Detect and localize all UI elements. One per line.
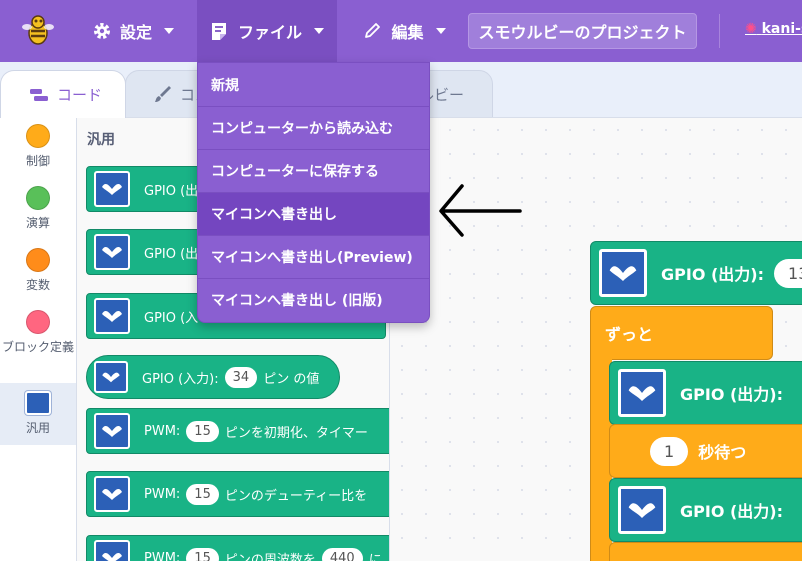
block-text: ピンを初期化、タイマー [224, 425, 368, 441]
block-text: GPIO (出力): [661, 265, 765, 284]
block-text: GPIO (出力): [680, 502, 784, 521]
file-icon [211, 23, 226, 40]
user-account-link[interactable]: ✺ kani-s [745, 21, 802, 37]
bee-icon [94, 171, 130, 207]
menu-bar: 設定 ファイル 編集 スモウルビーのプロジェクト ✺ kani-s [0, 0, 802, 62]
menu-item-load-from-computer[interactable]: コンピューターから読み込む [198, 106, 429, 149]
menu-item-export-preview[interactable]: マイコンへ書き出し(Preview) [198, 235, 429, 278]
palette-block-pwm-init[interactable]: PWM: 15 ピンを初期化、タイマー [86, 408, 389, 454]
settings-menu-label: 設定 [119, 23, 152, 42]
block-text: 秒待つ [698, 443, 747, 462]
bee-icon [94, 413, 130, 449]
palette-section-title: 汎用 [87, 132, 115, 148]
category-label: ブロック定義 [1, 340, 74, 354]
pin-number-input[interactable]: 15 [186, 420, 219, 442]
chevron-down-icon [164, 28, 174, 34]
file-menu-label: ファイル [237, 23, 302, 42]
code-icon [30, 88, 48, 101]
bee-icon [94, 540, 130, 561]
tab-code[interactable]: コード [0, 70, 126, 118]
category-control[interactable]: 制御 [0, 124, 76, 184]
menu-item-export-legacy[interactable]: マイコンへ書き出し (旧版) [198, 278, 429, 321]
block-text: PWM: [144, 550, 181, 561]
menu-item-save-to-computer[interactable]: コンピューターに保存する [198, 149, 429, 192]
bee-icon [94, 234, 130, 270]
block-text: GPIO (入力): [142, 371, 219, 387]
gear-icon [93, 23, 110, 39]
category-variables[interactable]: 変数 [0, 248, 76, 308]
bee-icon [618, 486, 666, 534]
category-dot [26, 124, 50, 148]
category-dot [26, 310, 50, 334]
category-label: 汎用 [25, 421, 50, 435]
pencil-icon [365, 23, 381, 38]
category-menu: 制御 演算 変数 ブロック定義 汎用 [0, 117, 77, 561]
bee-icon [599, 249, 647, 297]
menu-divider [719, 14, 720, 48]
block-text: PWM: [144, 423, 181, 439]
file-dropdown-menu: 新規 コンピューターから読み込む コンピューターに保存する マイコンへ書き出し … [197, 62, 430, 323]
settings-menu[interactable]: 設定 [78, 0, 188, 62]
frequency-input[interactable]: 440 [321, 547, 363, 561]
palette-block-pwm-duty[interactable]: PWM: 15 ピンのデューティー比を [86, 471, 389, 517]
block-text: GPIO (出 [144, 183, 199, 199]
category-dot [26, 248, 50, 272]
app-logo-icon[interactable] [20, 13, 56, 49]
palette-block-pwm-freq[interactable]: PWM: 15 ピンの周波数を 440 に [86, 535, 389, 561]
bee-icon [25, 391, 51, 415]
block-text: ピン の値 [263, 371, 320, 387]
category-my-blocks[interactable]: ブロック定義 [0, 310, 76, 376]
block-text: に [368, 552, 382, 561]
block-text: ピンのデューティー比を [224, 488, 368, 504]
category-operators[interactable]: 演算 [0, 186, 76, 246]
bee-icon [618, 369, 666, 417]
chevron-down-icon [314, 28, 324, 34]
script-block-gpio-out-inner-1[interactable]: GPIO (出力): [609, 361, 802, 425]
script-block-wait[interactable]: 1 秒待つ [609, 424, 802, 478]
category-dot [26, 186, 50, 210]
tab-code-label: コード [57, 86, 103, 104]
brush-icon [155, 86, 171, 102]
bee-icon [94, 298, 130, 334]
block-text: GPIO (入 [144, 310, 199, 326]
pin-number-input[interactable]: 15 [186, 483, 219, 505]
menu-item-new[interactable]: 新規 [198, 63, 429, 106]
script-block-forever[interactable]: ずっと [590, 306, 773, 360]
pin-number-input[interactable]: 15 [186, 547, 219, 561]
palette-block-gpio-in-value[interactable]: GPIO (入力): 34 ピン の値 [86, 355, 340, 399]
category-label: 制御 [25, 154, 50, 168]
script-block-partial[interactable] [609, 542, 802, 561]
block-text: PWM: [144, 486, 181, 502]
bee-icon [94, 476, 130, 512]
chevron-down-icon [435, 28, 446, 34]
bee-icon [94, 361, 128, 393]
block-text: ずっと [605, 325, 654, 344]
category-label: 変数 [25, 278, 50, 292]
pin-number-input[interactable]: 13 [774, 258, 802, 288]
annotation-arrow-icon [439, 184, 522, 237]
bug-icon: ✺ [745, 21, 757, 37]
edit-menu[interactable]: 編集 [352, 0, 457, 62]
project-title-input[interactable]: スモウルビーのプロジェクト [468, 13, 697, 49]
pin-number-input[interactable]: 34 [224, 366, 258, 388]
block-text: ピンの周波数を [224, 552, 316, 561]
seconds-input[interactable]: 1 [650, 436, 689, 466]
file-menu[interactable]: ファイル [197, 0, 337, 62]
menu-item-export-to-microcontroller[interactable]: マイコンへ書き出し [198, 192, 429, 235]
category-general[interactable]: 汎用 [0, 383, 76, 445]
script-block-gpio-out-top[interactable]: GPIO (出力): 13 [590, 241, 802, 305]
script-block-gpio-out-inner-2[interactable]: GPIO (出力): [609, 478, 802, 542]
category-label: 演算 [25, 216, 50, 230]
user-name: kani-s [761, 21, 802, 37]
block-text: GPIO (出力): [680, 385, 784, 404]
block-text: GPIO (出 [144, 246, 199, 262]
edit-menu-label: 編集 [391, 23, 424, 42]
